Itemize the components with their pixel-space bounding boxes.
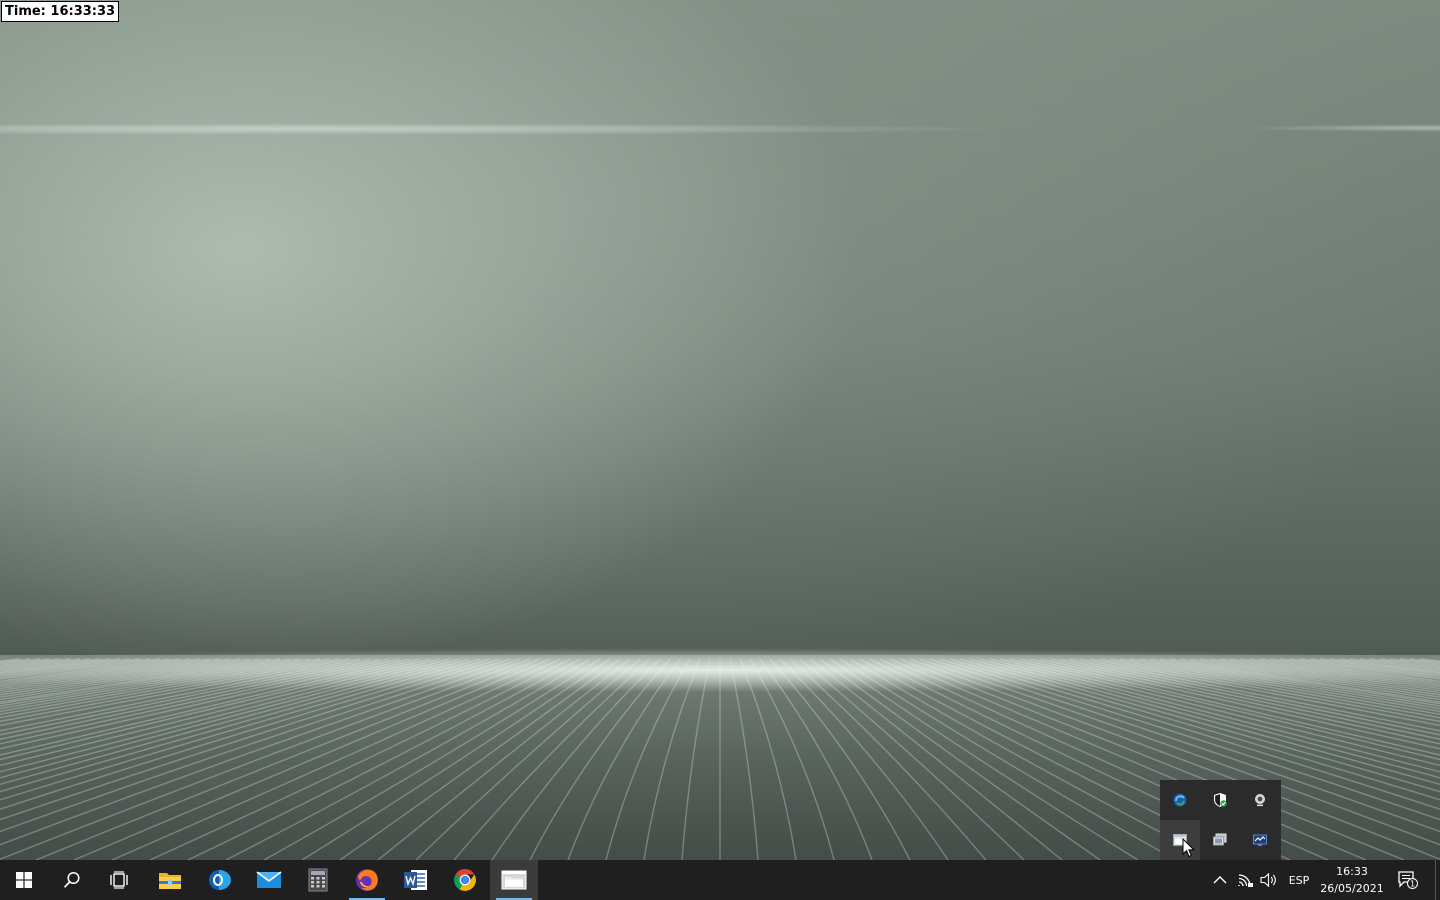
network-button[interactable] xyxy=(1234,860,1258,900)
mail-icon xyxy=(256,871,282,888)
word-button[interactable] xyxy=(392,860,440,900)
calculator-button[interactable] xyxy=(294,860,342,900)
chevron-up-icon xyxy=(1213,876,1227,884)
task-view-button[interactable] xyxy=(96,860,144,900)
time-overlay: Time: 16:33:33 xyxy=(1,1,120,22)
tray-flyout-item-webcam[interactable] xyxy=(1240,780,1280,820)
wallpaper-horizon-glow xyxy=(0,640,1440,700)
clock-button[interactable]: 16:33 26/05/2021 xyxy=(1316,860,1388,900)
calculator-icon xyxy=(308,868,328,892)
folder-icon xyxy=(159,873,181,889)
word-icon xyxy=(404,870,427,890)
input-language-indicator[interactable]: ESP xyxy=(1284,860,1314,900)
tray-flyout-item-network-monitor[interactable] xyxy=(1240,820,1280,860)
windows-logo-icon xyxy=(16,872,32,888)
file-explorer-button[interactable] xyxy=(146,860,194,900)
chrome-button[interactable] xyxy=(441,860,489,900)
taskbar: ESP 16:33 26/05/2021 1 xyxy=(0,860,1440,900)
remote-display-icon xyxy=(1213,833,1227,846)
start-button[interactable] xyxy=(0,860,48,900)
search-icon xyxy=(63,871,80,888)
tray-flyout-item-remote-display[interactable] xyxy=(1200,820,1240,860)
security-shield-icon xyxy=(1214,793,1227,807)
wallpaper-light-streak-right xyxy=(1200,120,1440,136)
hidden-icons-flyout xyxy=(1160,780,1281,860)
speaker-volume-icon xyxy=(1260,872,1276,888)
search-button[interactable] xyxy=(48,860,96,900)
task-view-icon xyxy=(110,871,128,889)
network-wifi-icon xyxy=(1238,874,1253,887)
clock-time: 16:33 xyxy=(1336,865,1368,878)
mail-button[interactable] xyxy=(245,860,293,900)
show-desktop-button[interactable] xyxy=(1435,860,1440,900)
notification-count: 1 xyxy=(1410,880,1415,889)
firefox-icon xyxy=(356,869,378,891)
webcam-icon xyxy=(1255,794,1265,807)
edge-sync-icon xyxy=(1173,793,1187,807)
desktop-wallpaper[interactable] xyxy=(0,0,1440,860)
firefox-button[interactable] xyxy=(343,860,391,900)
volume-button[interactable] xyxy=(1257,860,1281,900)
tray-flyout-item-edge-sync[interactable] xyxy=(1160,780,1200,820)
show-hidden-icons-button[interactable] xyxy=(1208,860,1232,900)
outlook-button[interactable] xyxy=(196,860,244,900)
network-monitor-icon xyxy=(1253,834,1267,846)
action-center-button[interactable]: 1 xyxy=(1392,860,1424,900)
files-app-button[interactable] xyxy=(490,860,538,900)
clock-date: 26/05/2021 xyxy=(1320,882,1384,895)
notification-icon: 1 xyxy=(1398,871,1418,889)
outlook-icon xyxy=(209,870,231,890)
tray-flyout-item-security[interactable] xyxy=(1200,780,1240,820)
files-window-icon xyxy=(501,870,527,890)
mouse-cursor-icon xyxy=(1182,838,1196,858)
chrome-icon xyxy=(454,869,476,891)
